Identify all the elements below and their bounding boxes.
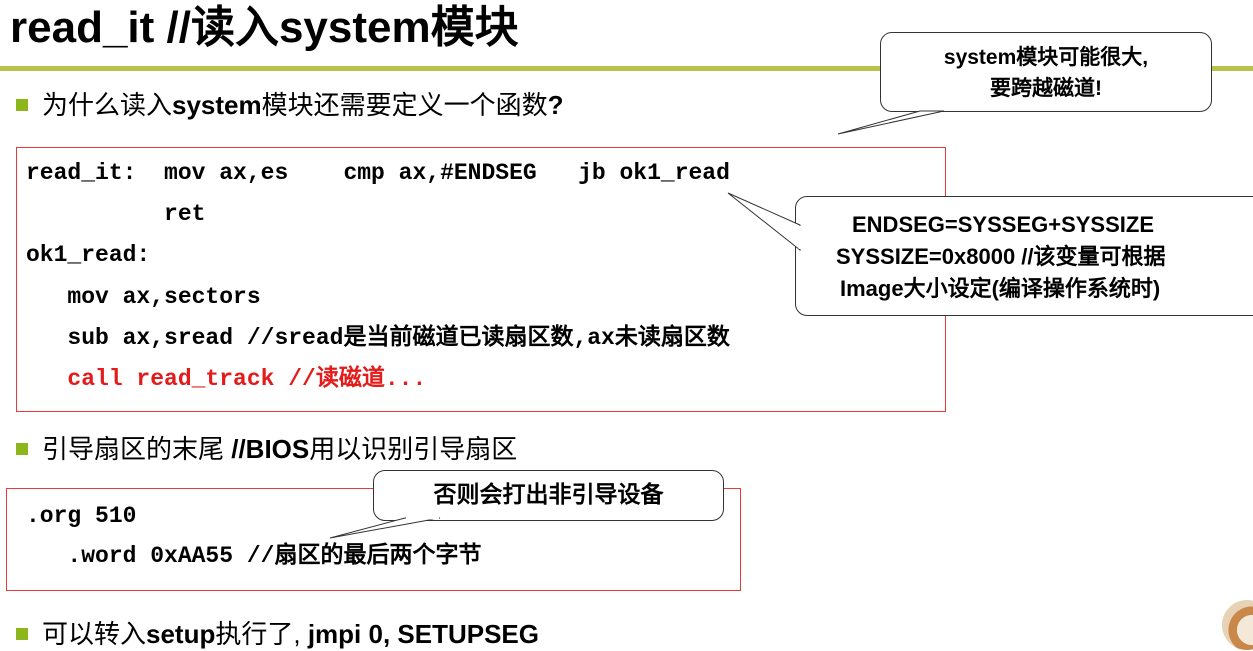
bullet-square-icon xyxy=(16,99,28,112)
bullet-boot-suffix: 用以识别引导扇区 xyxy=(309,434,518,464)
callout-endseg: ENDSEG=SYSSEG+SYSSIZE SYSSIZE=0x8000 //该… xyxy=(795,196,1253,316)
code-line: mov ax,sectors xyxy=(26,284,261,310)
bullet-why-bold: system xyxy=(172,90,262,120)
bullet-setup: 可以转入setup执行了, jmpi 0, SETUPSEG xyxy=(16,617,539,651)
code-line-red: call read_track //读磁道... xyxy=(26,366,427,392)
bullet-square-icon xyxy=(16,628,28,641)
bullet-why-prefix: 为什么读入 xyxy=(42,90,173,120)
callout-text: Image大小设定(编译操作系统时) xyxy=(840,276,1161,301)
callout-text: system模块可能很大, xyxy=(943,46,1149,69)
bullet-square-icon xyxy=(16,443,28,456)
bullet-why-function: 为什么读入system模块还需要定义一个函数? xyxy=(16,88,564,122)
bullet-why-q: ? xyxy=(547,90,564,120)
callout-text: 否则会打出非引导设备 xyxy=(433,481,664,507)
code-line: sub ax,sread //sread是当前磁道已读扇区数,ax未读扇区数 xyxy=(26,325,730,351)
bullet-boot-bold: //BIOS xyxy=(231,434,310,464)
callout-text: 要跨越磁道! xyxy=(990,77,1102,100)
page-title: read_it //读入system模块 xyxy=(10,3,519,52)
bullet-boot-text: 引导扇区的末尾 xyxy=(42,434,232,464)
callout-text: SYSSIZE=0x8000 //该变量可根据 xyxy=(836,244,1166,269)
code-line: read_it: mov ax,es cmp ax,#ENDSEG jb ok1… xyxy=(26,160,730,186)
code-line-highlight: call read_track //读磁道... xyxy=(26,366,426,392)
callout-system-large: system模块可能很大, 要跨越磁道! xyxy=(880,32,1212,112)
pointer-system-callout xyxy=(837,110,945,135)
code-line: .word 0xAA55 //扇区的最后两个字节 xyxy=(26,543,482,569)
callout-text: ENDSEG=SYSSEG+SYSSIZE xyxy=(852,212,1155,237)
code-line: .org 510 xyxy=(26,503,137,529)
code-line: ok1_read: xyxy=(26,242,151,268)
code-line: ret xyxy=(26,201,206,227)
university-logo-icon xyxy=(1222,600,1253,650)
bullet-why-suffix: 模块还需要定义一个函数 xyxy=(261,90,548,120)
callout-non-boot: 否则会打出非引导设备 xyxy=(373,470,724,521)
bullet-boot-sector: 引导扇区的末尾 //BIOS用以识别引导扇区 xyxy=(16,432,517,466)
